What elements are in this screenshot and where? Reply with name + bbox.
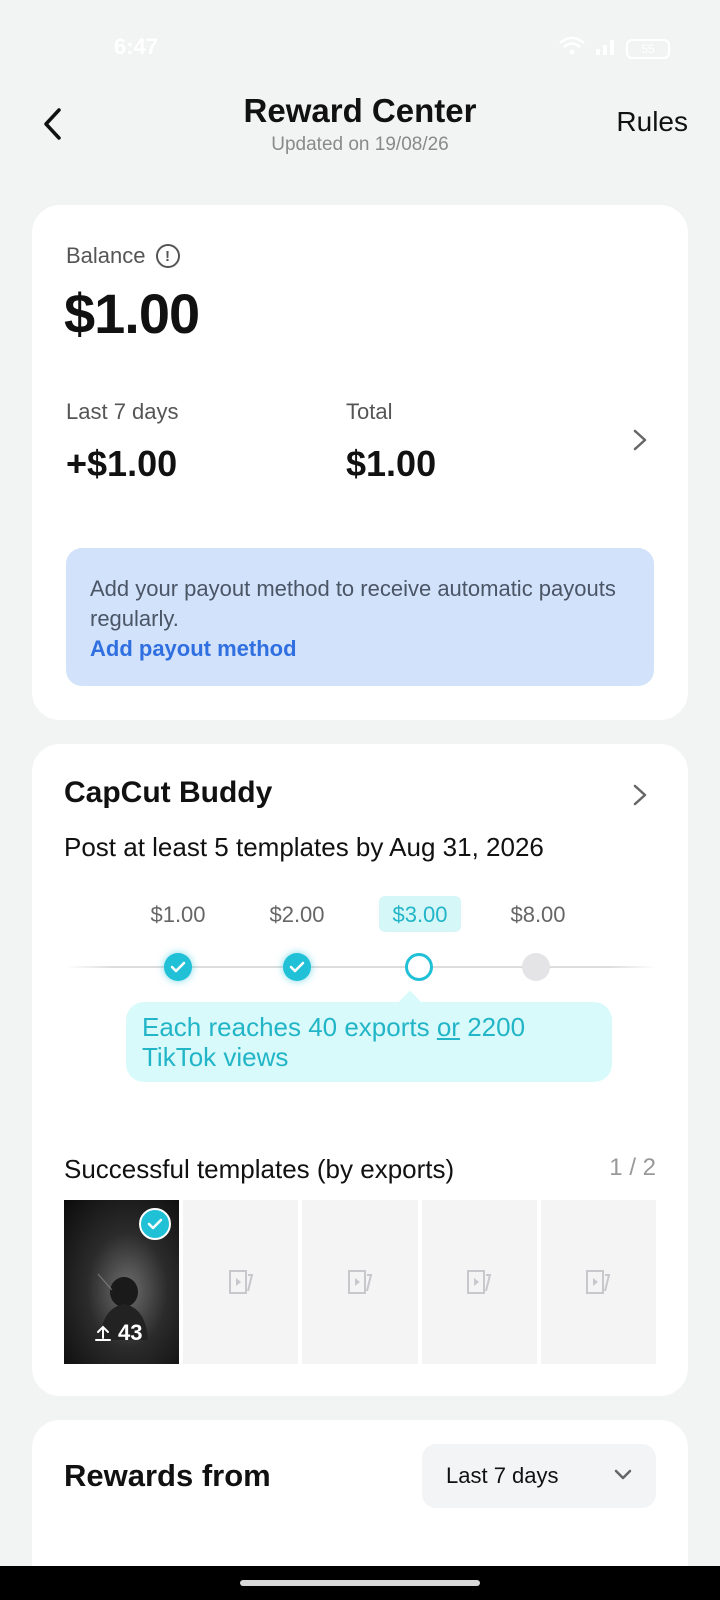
home-indicator[interactable] (240, 1580, 480, 1586)
wifi-icon (558, 36, 586, 61)
last7-label: Last 7 days (66, 399, 179, 424)
template-thumbnails: 43 (64, 1200, 657, 1364)
tooltip-or: or (436, 1012, 460, 1042)
empty-template-slot[interactable] (540, 1200, 657, 1364)
battery-icon: 55 (626, 38, 670, 59)
templates-pager: 1 / 2 (609, 1154, 656, 1181)
upload-icon (95, 1325, 111, 1341)
header: Reward Center Updated on 19/08/26 Rules (0, 88, 720, 168)
check-icon (147, 1218, 163, 1230)
payout-text: Add your payout method to receive automa… (90, 576, 616, 631)
empty-template-slot[interactable] (421, 1200, 537, 1364)
earnings-detail-button[interactable] (628, 425, 652, 455)
milestone-track (66, 966, 656, 968)
status-icons: 55 (558, 36, 670, 61)
last7-value: +$1.00 (66, 443, 178, 484)
check-icon (170, 961, 186, 973)
balance-label: Balance (66, 243, 146, 268)
milestone-price: $2.00 (269, 902, 325, 927)
signal-icon (594, 37, 618, 60)
period-selected-value: Last 7 days (446, 1463, 559, 1488)
chevron-down-icon (614, 1469, 632, 1480)
rewards-title: Rewards from (64, 1458, 271, 1493)
buddy-title: CapCut Buddy (64, 776, 273, 809)
milestone-price: $1.00 (150, 902, 206, 927)
total-value: $1.00 (346, 443, 437, 484)
template-placeholder-icon (586, 1270, 611, 1294)
info-icon[interactable]: ! (155, 244, 180, 268)
templates-title: Successful templates (by exports) (64, 1154, 455, 1184)
status-bar: 6:47 55 (0, 0, 720, 96)
milestone-future-dot (522, 953, 550, 981)
buddy-detail-button[interactable] (628, 780, 652, 810)
template-placeholder-icon (228, 1270, 254, 1294)
status-time: 6:47 (114, 34, 159, 59)
navigation-bar (0, 1566, 720, 1600)
milestone-current-dot (405, 953, 433, 981)
updated-date: Updated on 19/08/26 (271, 134, 449, 155)
total-label: Total (346, 399, 393, 424)
empty-template-slot[interactable] (183, 1200, 299, 1364)
export-count: 43 (94, 1320, 142, 1346)
tooltip-text-1: Each reaches 40 exports (142, 1012, 437, 1042)
check-icon (289, 961, 305, 973)
period-dropdown[interactable]: Last 7 days (422, 1444, 656, 1508)
template-placeholder-icon (348, 1270, 373, 1294)
capcut-buddy-card: CapCut Buddy Post at least 5 templates b… (32, 744, 688, 1396)
template-placeholder-icon (467, 1270, 492, 1294)
balance-label-row: Balance ! (66, 243, 180, 269)
balance-card: Balance ! $1.00 Last 7 days +$1.00 Total… (32, 205, 688, 720)
buddy-description: Post at least 5 templates by Aug 31, 202… (64, 832, 544, 862)
payout-notice: Add your payout method to receive automa… (66, 548, 654, 686)
rules-button[interactable]: Rules (616, 106, 688, 138)
empty-template-slot[interactable] (302, 1200, 418, 1364)
add-payout-method-link[interactable]: Add payout method (90, 634, 630, 664)
export-count-value: 43 (118, 1320, 143, 1345)
selected-check-badge (139, 1208, 172, 1240)
milestone-price: $8.00 (510, 902, 566, 927)
template-thumbnail[interactable]: 43 (64, 1200, 180, 1364)
page-title: Reward Center (243, 92, 477, 129)
milestone-price-current: $3.00 (392, 902, 448, 927)
milestone-done-dot (164, 953, 192, 981)
balance-value: $1.00 (64, 282, 200, 345)
chevron-right-icon (633, 784, 647, 806)
milestone-tooltip: Each reaches 40 exports or 2200 TikTok v… (126, 1002, 612, 1082)
milestone-done-dot (283, 953, 311, 981)
chevron-right-icon (633, 429, 647, 451)
